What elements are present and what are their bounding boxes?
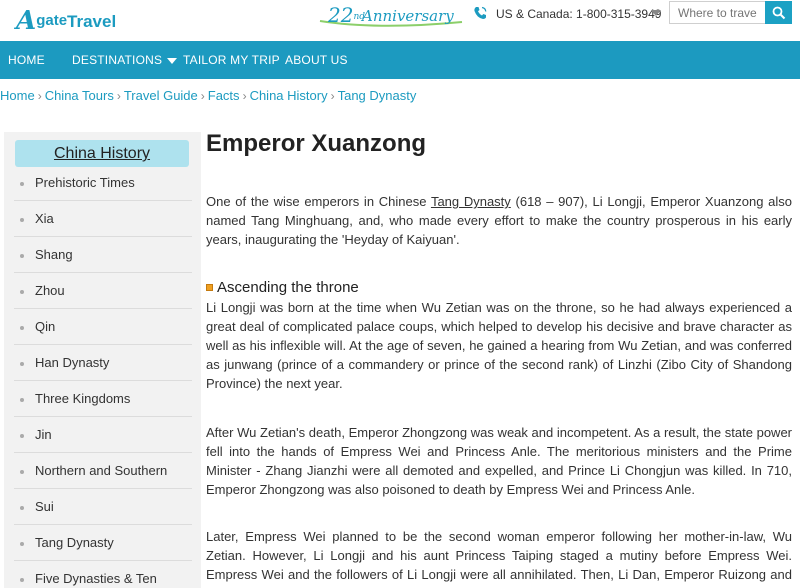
nav-destinations[interactable]: DESTINATIONS bbox=[72, 41, 178, 79]
sidebar-item-three-kingdoms[interactable]: Three Kingdoms bbox=[14, 381, 192, 417]
sidebar-item-label: Han Dynasty bbox=[35, 355, 110, 370]
breadcrumb-facts[interactable]: Facts bbox=[208, 88, 240, 103]
bullet-icon bbox=[20, 326, 24, 330]
bullet-icon bbox=[20, 254, 24, 258]
sidebar-item-label: Northern and Southern bbox=[35, 463, 168, 478]
sidebar-item-five-dynasties[interactable]: Five Dynasties & Ten bbox=[14, 561, 192, 588]
phone-icon bbox=[474, 6, 487, 19]
sidebar-item-label: Three Kingdoms bbox=[35, 391, 131, 406]
sidebar-item-label: Prehistoric Times bbox=[35, 175, 135, 190]
breadcrumb-home[interactable]: Home bbox=[0, 88, 35, 103]
sidebar-title[interactable]: China History bbox=[15, 140, 189, 167]
search-input[interactable] bbox=[669, 1, 765, 24]
sidebar-item-tang-dynasty[interactable]: Tang Dynasty bbox=[14, 525, 192, 561]
sidebar-item-label: Sui bbox=[35, 499, 54, 514]
logo-travel: Travel bbox=[67, 12, 117, 31]
bullet-icon bbox=[20, 542, 24, 546]
sidebar-item-prehistoric-times[interactable]: Prehistoric Times bbox=[14, 165, 192, 201]
bullet-icon bbox=[20, 506, 24, 510]
paragraph-2: After Wu Zetian's death, Emperor Zhongzo… bbox=[206, 425, 792, 497]
bullet-icon bbox=[20, 218, 24, 222]
logo-gate: gate bbox=[36, 12, 68, 29]
chevron-down-icon bbox=[167, 57, 178, 64]
breadcrumb-tang-dynasty[interactable]: Tang Dynasty bbox=[338, 88, 417, 103]
sidebar-item-label: Five Dynasties & Ten bbox=[35, 571, 157, 586]
breadcrumb-china-tours[interactable]: China Tours bbox=[45, 88, 114, 103]
bullet-icon bbox=[20, 182, 24, 186]
nav-about-us[interactable]: ABOUT US bbox=[285, 41, 348, 79]
search-icon bbox=[772, 6, 785, 19]
chevron-right-icon: › bbox=[242, 89, 247, 103]
sidebar-item-label: Qin bbox=[35, 319, 56, 334]
nav-home[interactable]: HOME bbox=[8, 41, 45, 79]
sidebar-item-label: Shang bbox=[35, 247, 73, 262]
page-title: Emperor Xuanzong bbox=[206, 130, 427, 157]
search-button[interactable] bbox=[765, 1, 792, 24]
sidebar-item-qin[interactable]: Qin bbox=[14, 309, 192, 345]
sidebar-item-sui[interactable]: Sui bbox=[14, 489, 192, 525]
tang-dynasty-link[interactable]: Tang Dynasty bbox=[431, 194, 511, 209]
site-logo[interactable]: A gate Travel bbox=[16, 3, 116, 35]
sidebar-item-northern-and-southern[interactable]: Northern and Southern bbox=[14, 453, 192, 489]
bullet-icon bbox=[20, 578, 24, 582]
bullet-icon bbox=[20, 398, 24, 402]
chevron-right-icon: › bbox=[200, 89, 205, 103]
paragraph-3: Later, Empress Wei planned to be the sec… bbox=[206, 529, 792, 588]
main-nav: HOME DESTINATIONS TAILOR MY TRIP ABOUT U… bbox=[0, 41, 800, 79]
paragraph-1: Li Longji was born at the time when Wu Z… bbox=[206, 300, 792, 391]
anniversary-badge: 22nd Anniversary bbox=[318, 2, 464, 27]
breadcrumb: Home › China Tours › Travel Guide › Facts › Chin… bbox=[0, 87, 416, 105]
bullet-icon bbox=[20, 290, 24, 294]
bullet-icon bbox=[20, 470, 24, 474]
bullet-icon bbox=[20, 434, 24, 438]
chevron-right-icon: › bbox=[330, 89, 335, 103]
sidebar-item-label: Jin bbox=[35, 427, 52, 442]
intro-paragraph: One of the wise emperors in Chinese Tang… bbox=[206, 194, 793, 247]
chevron-right-icon: › bbox=[116, 89, 121, 103]
sidebar-item-xia[interactable]: Xia bbox=[14, 201, 192, 237]
phone-number[interactable]: US & Canada: 1-800-315-3949 bbox=[496, 6, 661, 22]
nav-tailor-my-trip[interactable]: TAILOR MY TRIP bbox=[183, 41, 280, 79]
breadcrumb-china-history[interactable]: China History bbox=[250, 88, 328, 103]
site-header: A gate Travel 22nd Anniversary US & Cana… bbox=[0, 0, 800, 40]
sidebar-item-label: Xia bbox=[35, 211, 54, 226]
section-bullet-icon bbox=[206, 283, 213, 291]
sidebar: China History Prehistoric Times Xia Shan… bbox=[4, 132, 201, 588]
sidebar-item-label: Zhou bbox=[35, 283, 65, 298]
chevron-right-icon: › bbox=[37, 89, 42, 103]
bullet-icon bbox=[20, 362, 24, 366]
sidebar-item-jin[interactable]: Jin bbox=[14, 417, 192, 453]
sidebar-item-shang[interactable]: Shang bbox=[14, 237, 192, 273]
section-heading: Ascending the throne bbox=[206, 278, 359, 298]
anniversary-number: 22nd bbox=[328, 3, 366, 27]
logo-letter-a: A bbox=[16, 6, 37, 36]
sidebar-item-zhou[interactable]: Zhou bbox=[14, 273, 192, 309]
anniversary-text: Anniversary bbox=[362, 7, 454, 25]
sidebar-item-han-dynasty[interactable]: Han Dynasty bbox=[14, 345, 192, 381]
sidebar-item-label: Tang Dynasty bbox=[35, 535, 114, 550]
breadcrumb-travel-guide[interactable]: Travel Guide bbox=[124, 88, 198, 103]
chevron-down-icon[interactable] bbox=[651, 10, 661, 16]
